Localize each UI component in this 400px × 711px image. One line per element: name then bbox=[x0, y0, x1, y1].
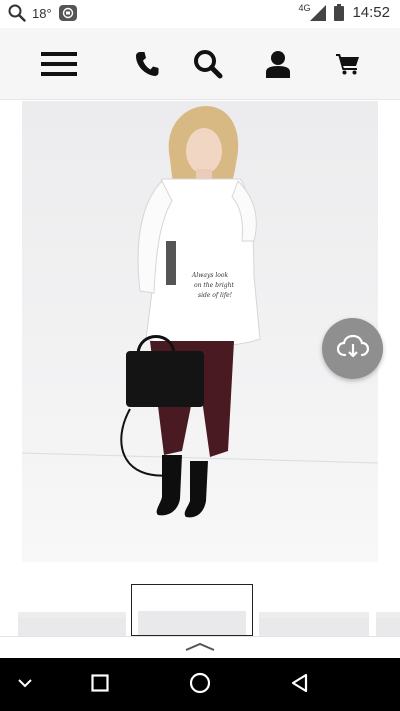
menu-button[interactable] bbox=[39, 44, 79, 84]
search-button[interactable] bbox=[188, 44, 228, 84]
account-icon bbox=[265, 50, 291, 78]
download-button[interactable] bbox=[322, 318, 383, 379]
thumbnail-4[interactable] bbox=[376, 612, 400, 636]
svg-text:on the bright: on the bright bbox=[194, 282, 234, 289]
svg-text:Always look: Always look bbox=[191, 272, 228, 279]
phone-icon bbox=[135, 51, 159, 77]
thumbnail-3[interactable] bbox=[259, 612, 369, 636]
svg-text:side of life!: side of life! bbox=[198, 292, 233, 299]
thumbnail-strip bbox=[0, 584, 400, 636]
square-icon bbox=[91, 673, 109, 697]
circle-icon bbox=[189, 672, 211, 699]
temperature-text: 18° bbox=[32, 5, 52, 21]
home-button[interactable] bbox=[185, 670, 215, 700]
cloud-download-icon bbox=[336, 334, 369, 363]
call-button[interactable] bbox=[127, 44, 167, 84]
network-type-text: 4G bbox=[298, 2, 311, 13]
recents-button[interactable] bbox=[85, 670, 115, 700]
status-bar: 18° 4G 14:52 bbox=[0, 0, 400, 28]
account-button[interactable] bbox=[258, 44, 298, 84]
back-button[interactable] bbox=[285, 670, 315, 700]
search-icon bbox=[8, 4, 26, 22]
search-icon bbox=[193, 49, 223, 79]
cart-icon bbox=[336, 53, 360, 75]
thumbnail-1[interactable] bbox=[18, 612, 126, 636]
menu-icon bbox=[41, 52, 77, 76]
thumbnail-2-active[interactable] bbox=[131, 584, 253, 636]
chevron-down-icon bbox=[16, 676, 34, 694]
hide-keyboard-button[interactable] bbox=[10, 670, 40, 700]
cart-button[interactable] bbox=[328, 44, 368, 84]
back-triangle-icon bbox=[290, 673, 310, 698]
chevron-up-icon bbox=[185, 639, 215, 657]
clock-text: 14:52 bbox=[352, 4, 390, 21]
product-image[interactable]: Always look on the bright side of life! bbox=[22, 101, 378, 562]
app-notification-icon bbox=[58, 4, 78, 22]
signal-icon bbox=[310, 4, 327, 21]
app-header bbox=[0, 28, 400, 100]
system-nav-bar bbox=[0, 658, 400, 711]
battery-icon bbox=[334, 4, 345, 21]
expand-details-handle[interactable] bbox=[0, 636, 400, 658]
